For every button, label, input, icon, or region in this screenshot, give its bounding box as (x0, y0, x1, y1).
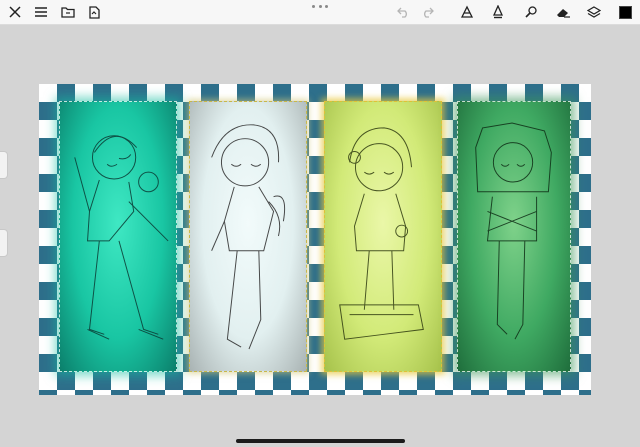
drawing-canvas[interactable] (39, 84, 591, 395)
color-swatch[interactable] (616, 3, 634, 21)
gallery-folder-icon[interactable] (59, 3, 77, 21)
top-toolbar (0, 0, 640, 25)
panel-yellow-green (324, 101, 442, 372)
eraser-icon[interactable] (554, 3, 572, 21)
undo-icon[interactable] (394, 3, 412, 21)
menu-icon[interactable] (32, 3, 50, 21)
character-sketch-2 (211, 124, 286, 350)
opacity-slider-handle[interactable] (0, 229, 8, 257)
panel-green (457, 101, 571, 372)
more-options-icon[interactable] (312, 2, 328, 10)
character-sketch-4 (475, 122, 552, 340)
character-sketch-3 (339, 127, 424, 340)
brush-size-slider-handle[interactable] (0, 151, 8, 179)
brush-library-icon[interactable] (458, 3, 476, 21)
close-icon[interactable] (6, 3, 24, 21)
layers-icon[interactable] (585, 3, 603, 21)
import-icon[interactable] (85, 3, 103, 21)
character-sketch-1 (74, 135, 169, 340)
pen-tool-icon[interactable] (489, 3, 507, 21)
redo-icon[interactable] (418, 3, 436, 21)
smudge-icon[interactable] (522, 3, 540, 21)
home-indicator[interactable] (236, 439, 405, 443)
panel-teal (59, 101, 177, 372)
panel-white (189, 101, 307, 372)
